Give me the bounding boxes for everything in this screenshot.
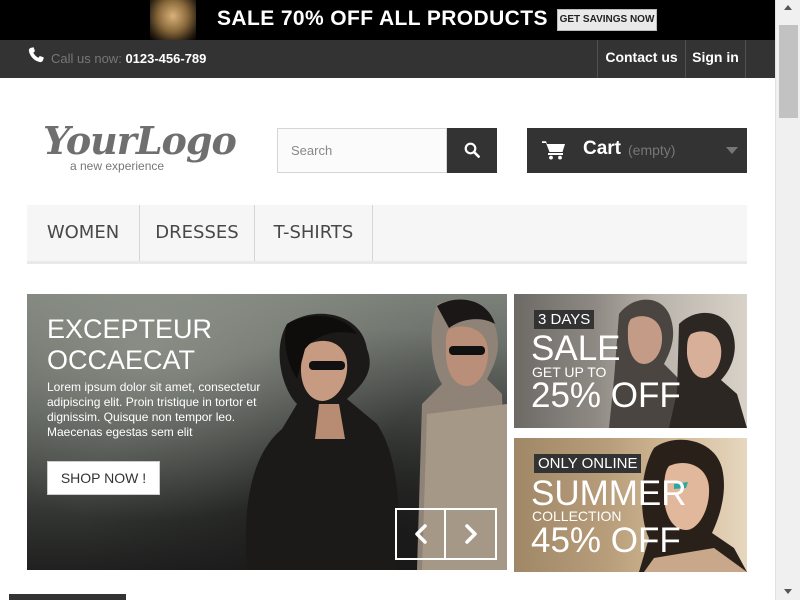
- contact-us-link[interactable]: Contact us: [597, 40, 685, 78]
- get-savings-button[interactable]: GET SAVINGS NOW: [557, 9, 657, 31]
- menu-item-dresses[interactable]: DRESSES: [140, 205, 255, 261]
- banner-headline: SALE 70% OFF ALL PRODUCTS: [217, 7, 548, 30]
- banner-model-image: [150, 0, 196, 40]
- cart-icon: [542, 141, 565, 160]
- slide-title-line-2: OCCAECAT: [47, 345, 196, 375]
- page: SALE 70% OFF ALL PRODUCTS GET SAVINGS NO…: [0, 0, 800, 600]
- logo-wordmark: YourLogo: [43, 118, 237, 163]
- promo-summer-banner[interactable]: ONLY ONLINE SUMMER COLLECTION 45% OFF: [514, 438, 747, 572]
- slide-title-line-1: EXCEPTEUR: [47, 314, 213, 344]
- scroll-up-button[interactable]: [776, 0, 800, 17]
- call-label: Call us now:: [51, 51, 122, 66]
- promo-tag: ONLY ONLINE: [534, 454, 642, 473]
- call-us-text: Call us now: 0123-456-789: [51, 51, 206, 66]
- slide-title: EXCEPTEUR OCCAECAT: [47, 314, 212, 376]
- promo-amount: 25% OFF: [531, 376, 681, 415]
- promo-amount: 45% OFF: [531, 521, 681, 560]
- menu-item-women[interactable]: WOMEN: [27, 205, 140, 261]
- search-icon: [464, 142, 480, 158]
- slider-prev-button[interactable]: [397, 510, 446, 558]
- site-logo[interactable]: YourLogo a new experience: [43, 118, 237, 178]
- search-button[interactable]: [447, 128, 497, 173]
- sign-in-link[interactable]: Sign in: [685, 40, 746, 78]
- main-menu: WOMEN DRESSES T-SHIRTS: [27, 205, 747, 264]
- slider-next-button[interactable]: [447, 510, 496, 558]
- promo-sale-banner[interactable]: 3 DAYS SALE GET UP TO 25% OFF: [514, 294, 747, 428]
- scroll-down-button[interactable]: [776, 583, 800, 600]
- phone-number: 0123-456-789: [125, 51, 207, 66]
- cart-status: (empty): [628, 142, 676, 158]
- logo-tagline: a new experience: [70, 159, 165, 173]
- shop-now-button[interactable]: SHOP NOW !: [47, 461, 160, 495]
- store-page: SALE 70% OFF ALL PRODUCTS GET SAVINGS NO…: [0, 0, 775, 600]
- search-input[interactable]: [277, 128, 447, 173]
- slider-controls: [395, 508, 497, 560]
- cart-button[interactable]: Cart (empty): [527, 128, 747, 173]
- chevron-down-icon: [726, 147, 738, 154]
- phone-icon: [28, 47, 44, 63]
- slide-description: Lorem ipsum dolor sit amet, consectetur …: [47, 380, 261, 439]
- promo-tag: 3 DAYS: [534, 310, 595, 329]
- hero-slider[interactable]: EXCEPTEUR OCCAECAT Lorem ipsum dolor sit…: [27, 294, 507, 570]
- vertical-scrollbar[interactable]: [775, 0, 800, 600]
- promo-headline: SUMMER: [531, 474, 687, 513]
- scroll-thumb[interactable]: [779, 25, 798, 118]
- sale-banner[interactable]: SALE 70% OFF ALL PRODUCTS GET SAVINGS NO…: [0, 0, 775, 40]
- chevron-left-icon: [415, 524, 427, 544]
- section-heading-tab: [9, 594, 126, 600]
- chevron-right-icon: [465, 524, 477, 544]
- menu-item-t-shirts[interactable]: T-SHIRTS: [255, 205, 373, 261]
- promo-headline: SALE: [531, 329, 621, 368]
- cart-label: Cart: [583, 138, 622, 159]
